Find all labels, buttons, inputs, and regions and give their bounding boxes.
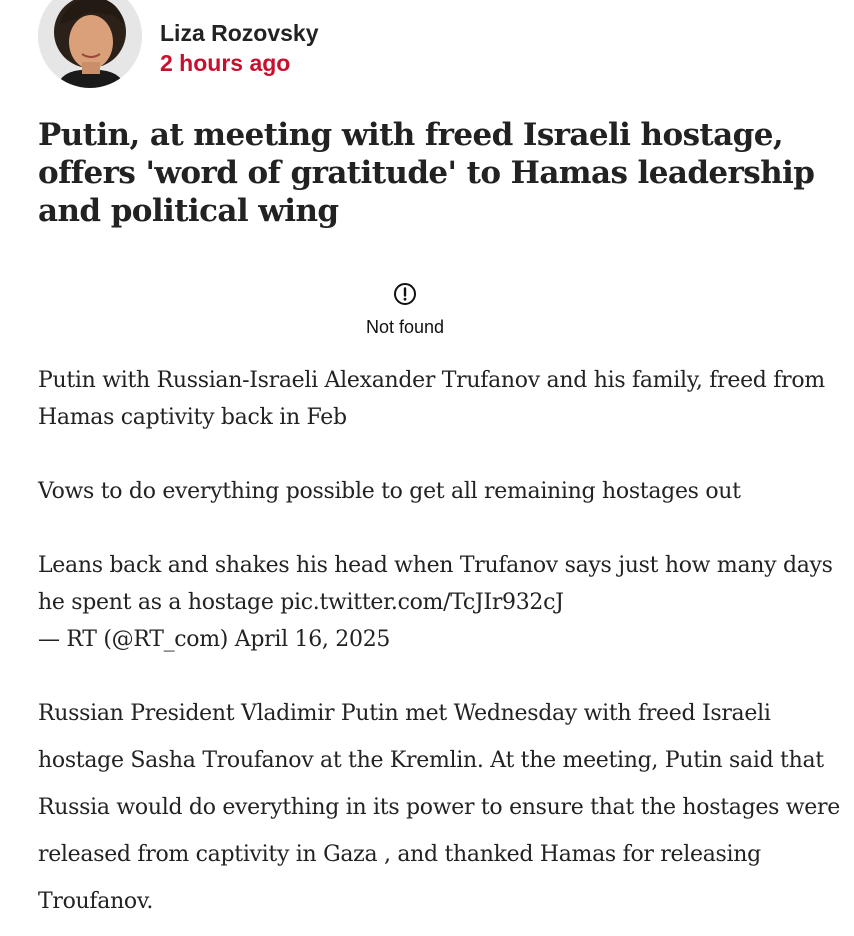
embed-error: Not found bbox=[300, 282, 510, 338]
embedded-tweet: Putin with Russian-Israeli Alexander Tru… bbox=[38, 362, 850, 658]
author-name[interactable]: Liza Rozovsky bbox=[160, 20, 319, 47]
author-avatar-image bbox=[38, 0, 142, 88]
post-timestamp: 2 hours ago bbox=[160, 50, 291, 76]
tweet-media-link[interactable]: pic.twitter.com/TcJIr932cJ bbox=[280, 590, 564, 615]
tweet-line: Vows to do everything possible to get al… bbox=[38, 479, 741, 504]
article-headline: Putin, at meeting with freed Israeli hos… bbox=[38, 117, 815, 229]
tweet-line: Putin with Russian-Israeli Alexander Tru… bbox=[38, 368, 825, 430]
tweet-attribution[interactable]: — RT (@RT_com) April 16, 2025 bbox=[38, 621, 850, 658]
tweet-line: Leans back and shakes his head when Truf… bbox=[38, 547, 850, 621]
author-avatar[interactable] bbox=[38, 0, 142, 88]
alert-circle-icon bbox=[393, 282, 417, 306]
article-paragraph: Russian President Vladimir Putin met Wed… bbox=[38, 701, 840, 914]
embed-error-text: Not found bbox=[365, 317, 445, 337]
